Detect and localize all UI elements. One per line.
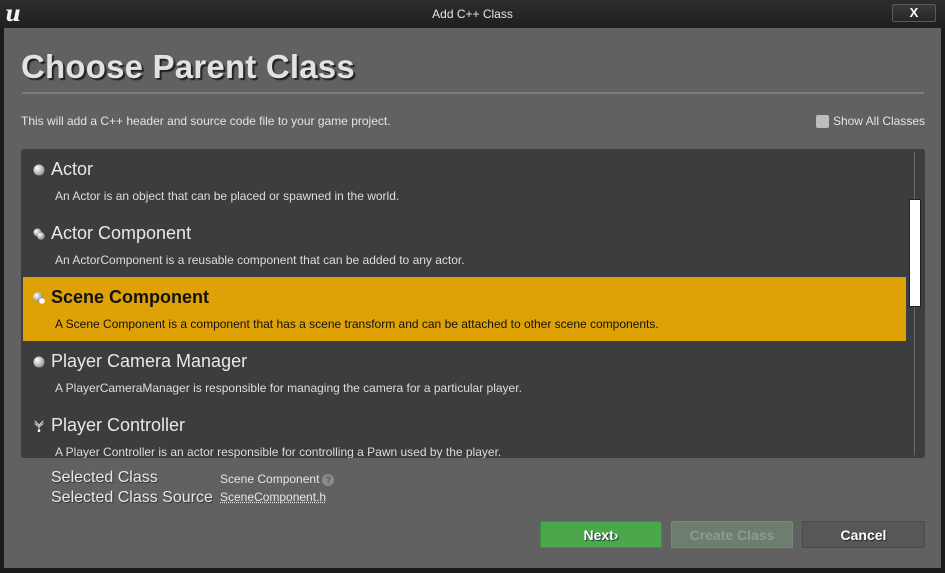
actor-sphere-icon xyxy=(33,356,45,368)
class-list-item-scene-component[interactable]: Scene Component A Scene Component is a c… xyxy=(23,277,906,341)
scrollbar-thumb[interactable] xyxy=(909,199,921,307)
actor-component-icon xyxy=(33,228,45,240)
class-description: An Actor is an object that can be placed… xyxy=(55,189,400,203)
class-description: A Scene Component is a component that ha… xyxy=(55,317,659,331)
selected-class-source-link[interactable]: SceneComponent.h xyxy=(220,490,326,504)
next-button[interactable]: Next› xyxy=(540,521,662,548)
cancel-button[interactable]: Cancel xyxy=(802,521,925,548)
selected-class-label: Selected Class xyxy=(51,469,158,486)
class-name: Player Camera Manager xyxy=(51,351,248,371)
dialog-subtitle: This will add a C++ header and source co… xyxy=(21,114,391,128)
class-name: Actor xyxy=(51,159,94,179)
class-list-item-actor[interactable]: Actor An Actor is an object that can be … xyxy=(23,149,906,213)
class-description: An ActorComponent is a reusable componen… xyxy=(55,253,465,267)
title-bar: u Add C++ Class X xyxy=(0,0,945,28)
class-name: Player Controller xyxy=(51,415,186,435)
help-icon[interactable]: ? xyxy=(322,473,335,486)
scene-component-icon xyxy=(33,292,45,304)
create-class-button[interactable]: Create Class xyxy=(671,521,793,548)
player-controller-icon xyxy=(34,420,44,432)
selected-class-source-label: Selected Class Source xyxy=(51,489,213,506)
title-divider xyxy=(22,92,924,94)
class-name: Actor Component xyxy=(51,223,192,243)
actor-sphere-icon xyxy=(33,164,45,176)
class-description: A Player Controller is an actor responsi… xyxy=(55,445,502,458)
close-button[interactable]: X xyxy=(892,4,936,22)
class-name: Scene Component xyxy=(51,287,210,307)
show-all-classes-label: Show All Classes xyxy=(832,114,925,128)
chevron-right-icon: › xyxy=(613,527,619,543)
show-all-classes-checkbox[interactable] xyxy=(815,114,829,128)
selected-class-name: Scene Component xyxy=(220,472,320,486)
class-list-item-actor-component[interactable]: Actor Component An ActorComponent is a r… xyxy=(23,213,906,277)
show-all-classes-toggle[interactable]: Show All Classes xyxy=(815,114,925,128)
window-title: Add C++ Class xyxy=(432,7,513,21)
class-description: A PlayerCameraManager is responsible for… xyxy=(55,381,522,395)
parent-class-list: Actor An Actor is an object that can be … xyxy=(21,149,925,458)
next-label: Next xyxy=(583,527,614,543)
class-list-item-player-camera-manager[interactable]: Player Camera Manager A PlayerCameraMana… xyxy=(23,341,906,405)
selected-class-value: Scene Component? xyxy=(220,472,335,486)
class-list-item-player-controller[interactable]: Player Controller A Player Controller is… xyxy=(23,405,906,458)
dialog-body: Choose Parent Class This will add a C++ … xyxy=(4,28,941,568)
page-title: Choose Parent Class xyxy=(21,48,355,85)
